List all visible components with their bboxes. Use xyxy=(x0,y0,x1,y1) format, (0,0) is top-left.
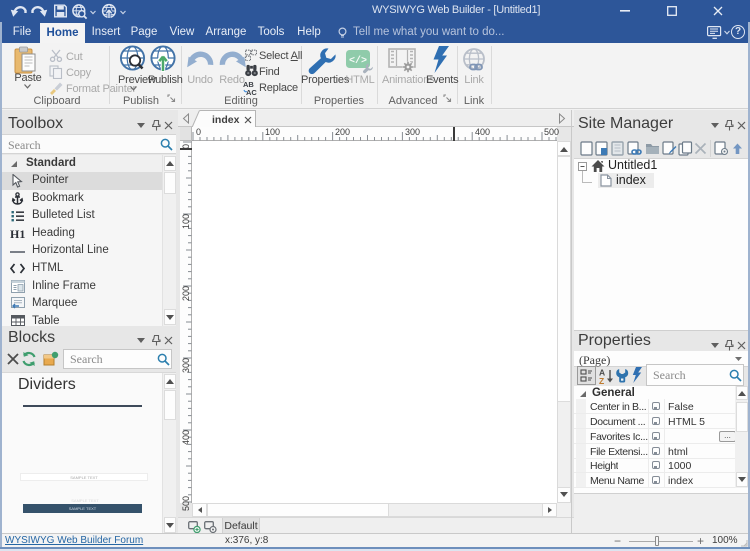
svg-text:AC: AC xyxy=(246,88,257,96)
svg-text:</>: </> xyxy=(349,55,367,67)
svg-text:Z: Z xyxy=(599,376,604,384)
